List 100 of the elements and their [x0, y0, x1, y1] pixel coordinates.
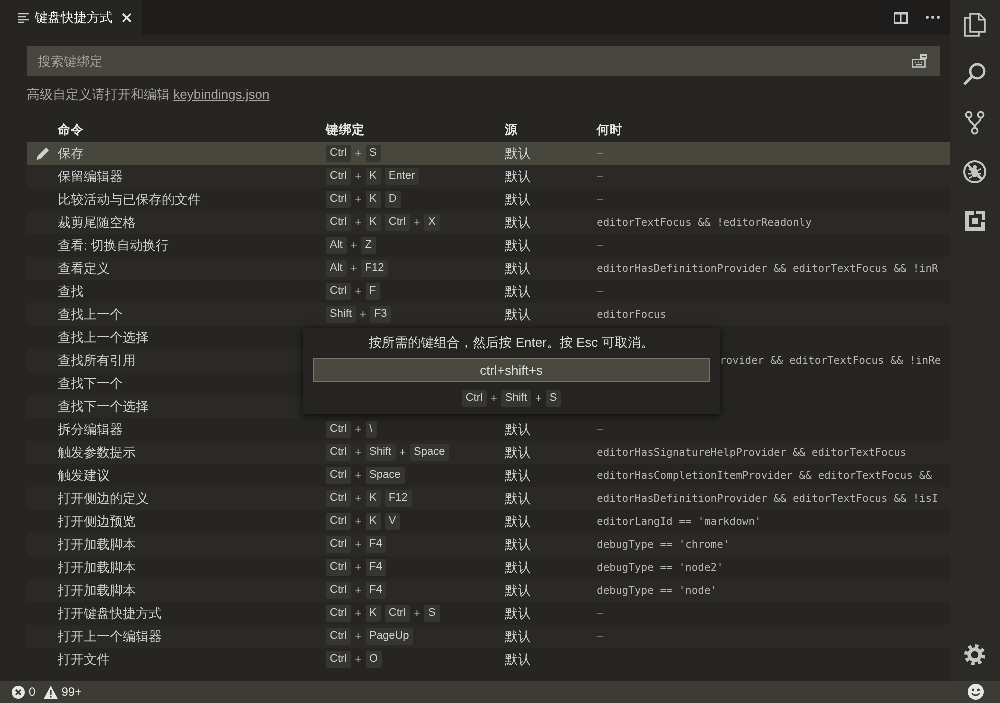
plus-sign: +: [414, 216, 420, 228]
list-icon: [18, 12, 29, 22]
keybinding-row[interactable]: 保存 Ctrl + S 默认 —: [27, 142, 950, 165]
split-panes-icon[interactable]: [894, 12, 908, 24]
plus-sign: +: [400, 446, 406, 458]
plus-sign: +: [355, 538, 362, 550]
plus-sign: +: [360, 308, 366, 320]
keycap: X: [424, 214, 440, 231]
settings-icon[interactable]: [964, 644, 986, 666]
plus-sign: +: [355, 516, 362, 528]
keybinding-row[interactable]: 查找上一个 Shift + F3 默认 editorFocus: [27, 303, 950, 326]
keycap: K: [366, 605, 381, 622]
source-label: 默认: [505, 282, 531, 300]
source-label: 默认: [505, 512, 531, 530]
errors-status[interactable]: 0: [12, 685, 36, 699]
column-header: 源: [505, 122, 518, 138]
when-clause: —: [597, 170, 604, 182]
keybinding-row[interactable]: 打开加载脚本 Ctrl + F4 默认 debugType == 'node2': [27, 556, 950, 579]
keybinding-row[interactable]: 触发建议 Ctrl + Space 默认 editorHasCompletionItemProvider && editorTextFocus &&: [27, 464, 950, 487]
command-name: 打开加载脚本: [58, 558, 136, 576]
source-label: 默认: [505, 260, 531, 278]
source-label: 默认: [505, 558, 531, 576]
keycap: Ctrl: [326, 628, 352, 645]
keybinding-row[interactable]: 打开侧边预览 Ctrl + K V 默认 editorLangId == 'markdown': [27, 510, 950, 533]
keybinding-row[interactable]: 查看定义 Alt + F12 默认 editorHasDefinitionProvider && editorTextFocus && !inR: [27, 257, 950, 280]
keycap: S: [424, 605, 440, 622]
keybinding-row[interactable]: 查看: 切换自动换行 Alt + Z 默认 —: [27, 234, 950, 257]
keycap: F: [366, 283, 380, 300]
keycap: F3: [370, 306, 392, 323]
keybinding-input[interactable]: ctrl+shift+s: [313, 358, 710, 382]
keycap: Ctrl: [384, 214, 410, 231]
keybinding-row[interactable]: 打开加载脚本 Ctrl + F4 默认 debugType == 'node': [27, 579, 950, 602]
keybinding-row[interactable]: 查找所有引用: [27, 349, 303, 372]
keycap: Ctrl: [326, 214, 352, 231]
keyboard-icon[interactable]: [912, 54, 928, 68]
pencil-icon[interactable]: [36, 146, 50, 160]
search-field[interactable]: 搜索键绑定: [27, 46, 940, 76]
keybinding-row[interactable]: 裁剪尾随空格 Ctrl + K Ctrl + X 默认 editorTextFocus && !editorReadonly: [27, 211, 950, 234]
keycap: Ctrl: [326, 582, 352, 599]
keybinding-row[interactable]: 打开文件 Ctrl + O 默认: [27, 648, 950, 671]
close-icon[interactable]: [122, 12, 132, 22]
editor-tab[interactable]: 键盘快捷方式: [0, 0, 142, 35]
squares-icon[interactable]: [964, 210, 986, 232]
plus-sign: +: [355, 470, 362, 482]
keybinding-row[interactable]: 查找下一个: [27, 372, 303, 395]
keycap: K: [366, 490, 381, 507]
keycap: Ctrl: [326, 651, 352, 668]
keycap: Shift: [501, 390, 532, 407]
command-name: 保留编辑器: [58, 168, 123, 186]
keycap: F12: [384, 490, 412, 507]
keybinding-row[interactable]: 拆分编辑器 Ctrl + \ 默认 —: [27, 418, 950, 441]
keybinding-row[interactable]: 保留编辑器 Ctrl + K Enter 默认 —: [27, 165, 950, 188]
command-name: 打开加载脚本: [58, 536, 136, 554]
plus-sign: +: [355, 148, 362, 160]
command-name: 查找: [58, 282, 84, 300]
keybinding-row[interactable]: 比较活动与已保存的文件 Ctrl + K D 默认 —: [27, 188, 950, 211]
warnings-status[interactable]: 99+: [44, 685, 82, 699]
source-label: 默认: [505, 168, 531, 186]
keycap: K: [366, 168, 381, 185]
plus-sign: +: [355, 608, 362, 620]
keycap: K: [366, 191, 381, 208]
plus-sign: +: [350, 262, 358, 274]
keycap: Z: [361, 237, 376, 254]
when-clause: —: [597, 148, 604, 160]
keycap: K: [366, 214, 381, 231]
keybinding-row[interactable]: 打开上一个编辑器 Ctrl + PageUp 默认 —: [27, 625, 950, 648]
keycap: S: [366, 145, 381, 162]
keybinding-row[interactable]: 打开键盘快捷方式 Ctrl + K Ctrl + S 默认 —: [27, 602, 950, 625]
command-name: 查找下一个选择: [58, 398, 149, 416]
plus-sign: +: [414, 608, 420, 620]
when-clause: rovider && editorTextFocus && !inRe: [720, 354, 942, 366]
keybinding-row[interactable]: 查找 Ctrl + F 默认 —: [27, 280, 950, 303]
keybinding-row[interactable]: 查找下一个选择: [27, 395, 303, 418]
smiley-icon[interactable]: [968, 684, 984, 700]
when-clause: —: [597, 608, 604, 620]
more-icon[interactable]: [926, 16, 940, 19]
keycap: K: [366, 513, 381, 530]
keybinding-row[interactable]: 打开加载脚本 Ctrl + F4 默认 debugType == 'chrome': [27, 533, 950, 556]
error-icon: [12, 686, 25, 698]
plus-sign: +: [355, 584, 362, 596]
keybinding-row[interactable]: 打开侧边的定义 Ctrl + K F12 默认 editorHasDefinitionProvider && editorTextFocus && !isI: [27, 487, 950, 510]
hint-text: 高级自定义请打开和编辑 keybindings.json: [27, 87, 270, 102]
branch-icon[interactable]: [965, 110, 985, 134]
when-clause: editorTextFocus && !editorReadonly: [597, 216, 812, 228]
search-icon[interactable]: [963, 62, 987, 86]
keycap: Ctrl: [326, 421, 352, 438]
files-icon[interactable]: [964, 12, 986, 36]
keybinding-row[interactable]: 触发参数提示 Ctrl + Shift + Space 默认 editorHasSignatureHelpProvider && editorTextFocus: [27, 441, 950, 464]
plus-sign: +: [490, 392, 498, 404]
warning-icon: [44, 686, 58, 698]
keybinding-row[interactable]: 查找上一个选择: [27, 326, 303, 349]
source-label: 默认: [505, 190, 531, 208]
command-name: 查找所有引用: [58, 352, 136, 370]
keybindings-link[interactable]: keybindings.json: [174, 87, 270, 102]
source-label: 默认: [505, 650, 531, 668]
command-name: 裁剪尾随空格: [58, 214, 136, 232]
keycap: \: [366, 421, 377, 438]
source-label: 默认: [505, 214, 531, 232]
keycap: Ctrl: [384, 605, 410, 622]
no-bug-icon[interactable]: [963, 160, 987, 184]
